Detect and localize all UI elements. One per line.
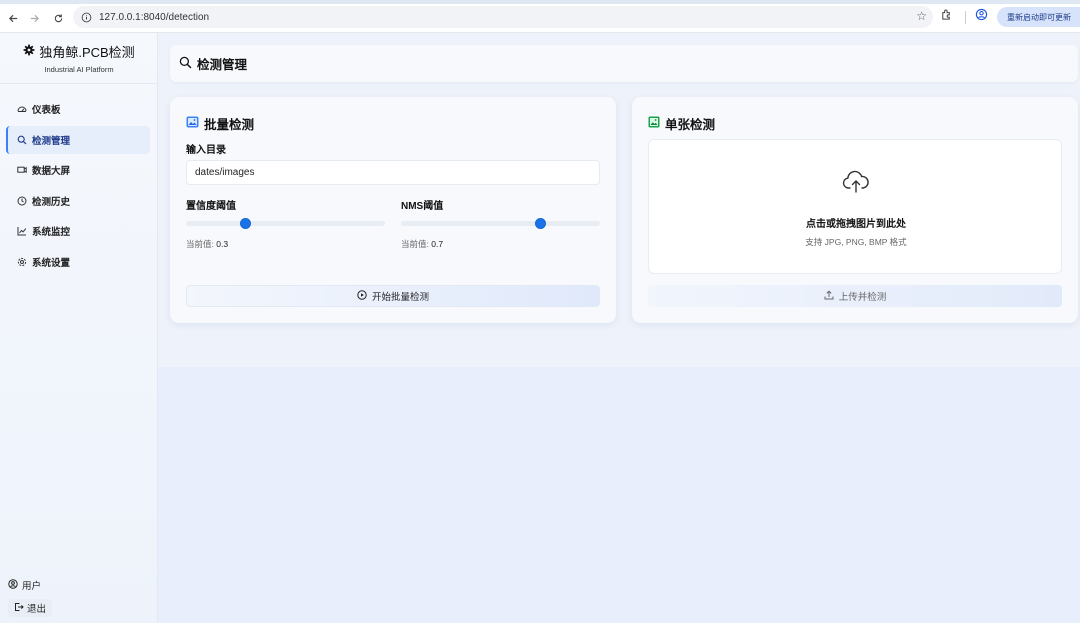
sidebar-item-monitor[interactable]: 系统监控 xyxy=(6,217,150,245)
brand: 独角鲸.PCB检测 Industrial AI Platform xyxy=(0,42,158,74)
confidence-slider[interactable] xyxy=(186,218,385,229)
profile-icon[interactable] xyxy=(975,8,988,24)
batch-card-title: 批量检测 xyxy=(186,114,254,133)
brand-title: 独角鲸.PCB检测 xyxy=(39,45,135,60)
confidence-prefix: 当前值: xyxy=(186,239,214,249)
image-dropzone[interactable]: 点击或拖拽图片到此处 支持 JPG, PNG, BMP 格式 xyxy=(648,139,1062,274)
confidence-label: 置信度阈值 xyxy=(186,201,236,212)
sidebar-item-label: 检测历史 xyxy=(32,196,71,208)
user-icon xyxy=(8,578,18,592)
batch-title: 批量检测 xyxy=(204,118,255,132)
sidebar-item-detection[interactable]: 检测管理 xyxy=(6,125,150,154)
dropzone-main-text: 点击或拖拽图片到此处 xyxy=(806,219,906,230)
dashboard-icon xyxy=(17,104,27,114)
single-title: 单张检测 xyxy=(665,118,716,132)
play-circle-icon xyxy=(357,289,367,303)
nms-current-value: 当前值: 0.7 xyxy=(401,238,443,250)
sidebar-item-label: 检测管理 xyxy=(32,135,71,147)
url-text[interactable]: 127.0.0.1:8040/detection xyxy=(99,12,209,23)
input-dir-label: 输入目录 xyxy=(186,145,226,156)
history-icon xyxy=(17,196,27,206)
confidence-current-value: 当前值: 0.3 xyxy=(186,238,228,250)
images-icon xyxy=(186,116,199,131)
upload-icon xyxy=(824,289,834,303)
browser-toolbar: 127.0.0.1:8040/detection ☆ 重新启动即可更新 xyxy=(0,0,1080,33)
confidence-value: 0.3 xyxy=(216,239,229,249)
page-title: 检测管理 xyxy=(197,58,248,72)
forward-icon[interactable] xyxy=(24,8,44,28)
logo-gear-icon xyxy=(23,44,35,59)
nms-slider-thumb[interactable] xyxy=(534,218,546,229)
image-icon xyxy=(648,116,660,131)
cloud-upload-icon xyxy=(842,170,870,197)
sidebar: 独角鲸.PCB检测 Industrial AI Platform 仪表板 检测管… xyxy=(0,33,158,623)
sidebar-item-label: 系统监控 xyxy=(32,227,71,239)
single-detection-card: 单张检测 点击或拖拽图片到此处 支持 JPG, PNG, BMP 格式 上传并检… xyxy=(632,97,1078,323)
reload-icon[interactable] xyxy=(48,8,68,28)
user-info: 用户 xyxy=(8,578,41,592)
sidebar-item-label: 系统设置 xyxy=(32,257,71,269)
sidebar-item-settings[interactable]: 系统设置 xyxy=(6,248,150,276)
tab-strip xyxy=(0,0,1080,4)
update-button[interactable]: 重新启动即可更新 xyxy=(997,7,1080,27)
upload-detect-label: 上传并检测 xyxy=(838,292,887,303)
nms-prefix: 当前值: xyxy=(401,239,429,249)
bookmark-star-icon[interactable]: ☆ xyxy=(916,9,927,23)
page-header: 检测管理 xyxy=(170,45,1078,82)
sidebar-item-label: 仪表板 xyxy=(32,105,61,116)
single-card-title: 单张检测 xyxy=(648,114,715,133)
nms-value: 0.7 xyxy=(431,239,444,249)
brand-subtitle: Industrial AI Platform xyxy=(44,65,114,74)
search-icon xyxy=(17,135,27,145)
sidebar-item-dashboard[interactable]: 仪表板 xyxy=(6,95,150,123)
batch-detection-card: 批量检测 输入目录 置信度阈值 当前值: 0.3 NMS阈值 当前值: 0.7 … xyxy=(170,97,616,323)
input-dir-field[interactable] xyxy=(186,160,600,185)
sidebar-item-label: 数据大屏 xyxy=(32,166,71,178)
brand-divider xyxy=(0,83,158,84)
extensions-icon[interactable] xyxy=(940,8,953,24)
upload-detect-button[interactable]: 上传并检测 xyxy=(648,285,1062,307)
address-bar[interactable]: 127.0.0.1:8040/detection ☆ xyxy=(73,6,933,28)
start-batch-label: 开始批量检测 xyxy=(371,292,429,303)
nms-slider[interactable] xyxy=(401,218,600,229)
logout-label: 退出 xyxy=(26,604,46,615)
search-icon xyxy=(179,56,192,72)
logout-icon xyxy=(14,602,24,615)
user-label: 用户 xyxy=(22,581,42,592)
back-icon[interactable] xyxy=(3,8,23,28)
chart-icon xyxy=(17,226,27,236)
dropzone-sub-text: 支持 JPG, PNG, BMP 格式 xyxy=(805,237,907,247)
sidebar-item-bigscreen[interactable]: 数据大屏 xyxy=(6,156,150,184)
confidence-slider-thumb[interactable] xyxy=(240,218,252,229)
screen-icon xyxy=(17,165,27,175)
start-batch-button[interactable]: 开始批量检测 xyxy=(186,285,600,307)
sidebar-item-history[interactable]: 检测历史 xyxy=(6,187,150,215)
sidebar-menu: 仪表板 检测管理 数据大屏 检测历史 系统监控 系统设置 xyxy=(6,95,150,279)
gear-icon xyxy=(17,257,27,267)
main-lower-area xyxy=(158,367,1080,623)
toolbar-divider xyxy=(965,11,966,24)
site-info-icon[interactable] xyxy=(79,10,93,24)
nms-label: NMS阈值 xyxy=(401,201,444,212)
logout-button[interactable]: 退出 xyxy=(8,599,52,617)
